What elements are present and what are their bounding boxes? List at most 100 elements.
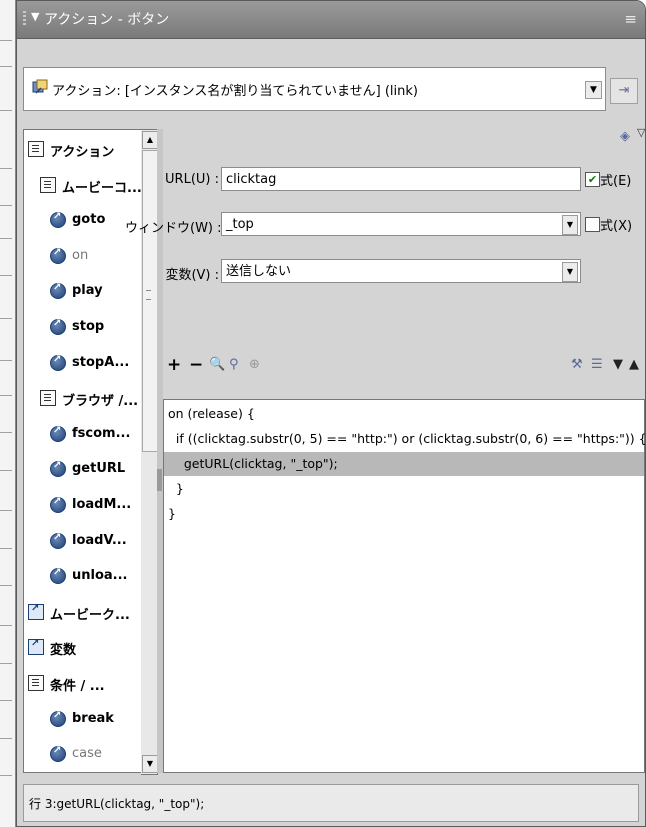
find-icon[interactable]: 🔍 bbox=[209, 357, 225, 372]
code-line[interactable]: } bbox=[164, 477, 644, 501]
window-select[interactable]: _top ▼ bbox=[221, 212, 581, 236]
action-target-label: アクション: [インスタンス名が割り当てられていません] (link) bbox=[52, 84, 418, 99]
remove-action-button[interactable]: − bbox=[189, 355, 203, 375]
scroll-up-icon[interactable]: ▲ bbox=[142, 131, 158, 149]
reference-icon[interactable]: ◈ bbox=[620, 129, 630, 144]
book-icon bbox=[40, 176, 56, 193]
tree-item[interactable]: ムービーコ... bbox=[24, 167, 142, 202]
button-symbol-icon bbox=[32, 79, 48, 94]
chevron-down-icon[interactable]: ▼ bbox=[562, 262, 578, 282]
tree-item[interactable]: play bbox=[24, 274, 142, 308]
tree-item[interactable]: fscom... bbox=[24, 417, 142, 451]
tree-item-label: アクション bbox=[50, 145, 115, 160]
url-label: URL(U) : bbox=[165, 172, 219, 187]
window-value: _top bbox=[226, 217, 254, 232]
scroll-thumb[interactable] bbox=[142, 150, 158, 452]
panel-titlebar[interactable]: ▼ アクション - ボタン ≡ bbox=[17, 1, 645, 39]
move-down-icon[interactable]: ▼ bbox=[613, 357, 623, 372]
view-options-icon[interactable]: ☰ bbox=[591, 357, 603, 372]
options-triangle-icon[interactable]: ▽ bbox=[637, 126, 645, 139]
window-expression-checkbox[interactable] bbox=[585, 217, 600, 232]
scroll-down-icon[interactable]: ▼ bbox=[142, 755, 158, 773]
chevron-down-icon[interactable]: ▼ bbox=[562, 215, 578, 235]
code-line[interactable]: getURL(clicktag, "_top"); bbox=[164, 452, 644, 476]
tree-item-label: stopA... bbox=[72, 354, 130, 370]
url-expression-label: 式(E) bbox=[600, 174, 632, 189]
tree-item[interactable]: stopA... bbox=[24, 346, 142, 380]
tree-item[interactable]: case bbox=[24, 737, 142, 771]
tree-item-label: loadV... bbox=[72, 532, 127, 548]
action-icon bbox=[50, 532, 66, 549]
tree-item[interactable]: ブラウザ /... bbox=[24, 381, 142, 416]
tree-item-label: case bbox=[72, 746, 102, 762]
tree-item-label: unloa... bbox=[72, 568, 128, 584]
tree-item-label: play bbox=[72, 283, 103, 299]
url-input[interactable]: clicktag bbox=[221, 167, 581, 191]
status-bar: 行 3:getURL(clicktag, "_top"); bbox=[23, 784, 639, 822]
variables-value: 送信しない bbox=[226, 264, 292, 279]
collapse-triangle-icon[interactable]: ▼ bbox=[31, 10, 39, 23]
tree-item[interactable]: 条件 / ... bbox=[24, 666, 142, 700]
tree-item-label: 条件 / ... bbox=[50, 679, 105, 694]
splitter-toggle[interactable] bbox=[157, 469, 162, 491]
action-icon bbox=[50, 710, 66, 727]
tree-item-label: ムービーコ... bbox=[62, 180, 142, 196]
code-line[interactable]: if ((clicktag.substr(0, 5) == "http:") o… bbox=[164, 427, 645, 451]
action-icon bbox=[50, 425, 66, 442]
variables-select[interactable]: 送信しない ▼ bbox=[221, 259, 581, 283]
code-line[interactable]: on (release) { bbox=[164, 402, 644, 426]
pin-icon: ⇥ bbox=[618, 83, 630, 98]
window-expression-label: 式(X) bbox=[600, 219, 633, 234]
tree-item-label: stop bbox=[72, 319, 105, 334]
grip-icon[interactable] bbox=[23, 11, 26, 27]
add-action-button[interactable]: + bbox=[167, 355, 181, 375]
tree-item[interactable]: break bbox=[24, 702, 142, 736]
tree-item-label: on bbox=[72, 247, 89, 263]
tree-item[interactable]: stop bbox=[24, 310, 142, 344]
book-icon bbox=[28, 675, 44, 691]
tree-item[interactable]: getURL bbox=[24, 452, 142, 486]
variables-label: 変数(V) : bbox=[165, 268, 219, 283]
action-icon bbox=[50, 354, 66, 371]
action-target-select[interactable]: アクション: [インスタンス名が割り当てられていません] (link) ▼ bbox=[23, 67, 606, 111]
pin-script-button[interactable]: ⇥ bbox=[610, 78, 638, 104]
script-editor[interactable]: on (release) { if ((clicktag.substr(0, 5… bbox=[163, 399, 645, 773]
book-arrow-icon bbox=[28, 638, 44, 656]
action-icon bbox=[50, 318, 66, 335]
url-expression-checkbox[interactable]: ✔ bbox=[585, 172, 600, 187]
url-value: clicktag bbox=[226, 172, 277, 187]
tree-item-label: getURL bbox=[72, 461, 126, 477]
actions-panel: ▼ アクション - ボタン ≡ アクション: [インスタンス名が割り当てられてい… bbox=[16, 0, 646, 827]
panel-title: アクション - ボタン bbox=[44, 12, 170, 28]
thumb-grip-icon bbox=[146, 290, 151, 300]
left-edge-strip bbox=[0, 0, 16, 827]
tree-item[interactable]: loadM... bbox=[24, 488, 142, 522]
book-icon bbox=[28, 141, 44, 157]
target-path-icon[interactable]: ⊕ bbox=[249, 357, 260, 372]
book-arrow-icon bbox=[28, 603, 44, 620]
tree-item[interactable]: on bbox=[24, 239, 142, 273]
tree-item-label: 変数 bbox=[50, 643, 77, 659]
tree-item[interactable]: 変数 bbox=[24, 630, 142, 665]
tree-item-label: ムービーク... bbox=[50, 607, 130, 623]
book-icon bbox=[40, 390, 56, 407]
tree-item[interactable]: アクション bbox=[24, 132, 142, 166]
tree-item-label: ブラウザ /... bbox=[62, 394, 139, 410]
move-up-icon[interactable]: ▲ bbox=[629, 357, 639, 372]
action-icon bbox=[50, 567, 66, 585]
tree-item[interactable]: ムービーク... bbox=[24, 594, 142, 629]
chevron-down-icon[interactable]: ▼ bbox=[585, 81, 602, 99]
panel-menu-icon[interactable]: ≡ bbox=[624, 10, 637, 28]
tree-item-label: fscom... bbox=[72, 425, 131, 441]
script-toolbar: + − 🔍 ⚲ ⊕ ⚒ ☰ ▼ ▲ bbox=[167, 355, 639, 383]
code-line[interactable]: } bbox=[164, 502, 644, 526]
tree-item-label: break bbox=[72, 710, 114, 726]
action-icon bbox=[50, 460, 66, 478]
tree-item[interactable]: loadV... bbox=[24, 524, 142, 558]
replace-icon[interactable]: ⚲ bbox=[229, 357, 239, 372]
action-icon bbox=[50, 496, 66, 513]
action-icon bbox=[50, 211, 66, 229]
action-icon bbox=[50, 745, 66, 763]
debug-options-icon[interactable]: ⚒ bbox=[571, 357, 583, 372]
tree-item[interactable]: unloa... bbox=[24, 559, 142, 593]
